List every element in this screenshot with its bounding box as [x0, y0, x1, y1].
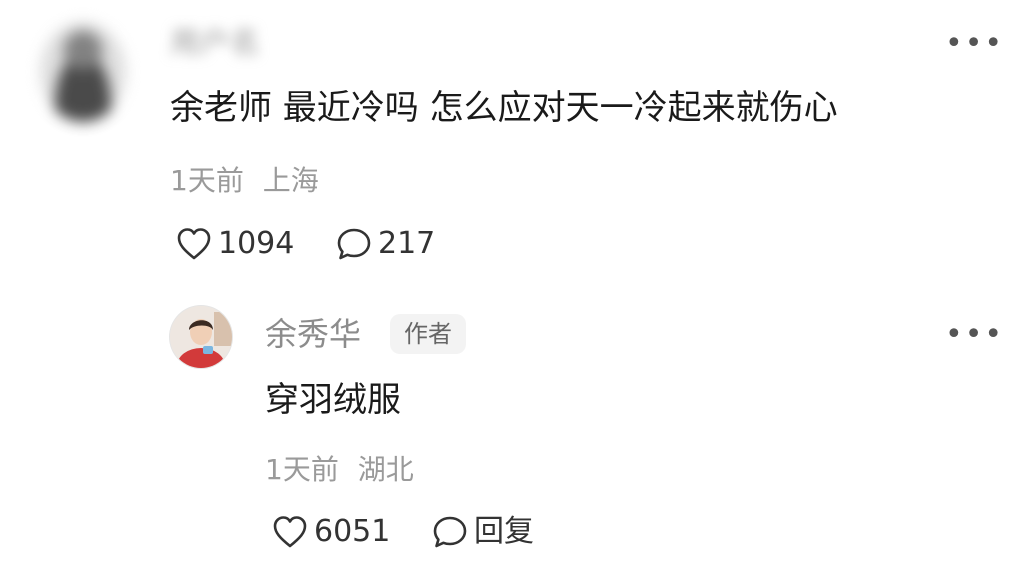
like-button[interactable]: 6051 [272, 514, 390, 550]
reply-count-button[interactable]: 217 [336, 226, 435, 262]
author-badge: 作者 [390, 314, 466, 354]
author-avatar[interactable] [170, 306, 232, 368]
comment-meta: 1天前 上海 [170, 163, 319, 199]
comment-bubble-icon [336, 227, 372, 261]
reply-location: 湖北 [357, 453, 414, 486]
comment-location: 上海 [262, 164, 319, 197]
more-options-button[interactable]: ••• [945, 320, 1004, 350]
reply-label: 回复 [474, 514, 534, 549]
reply-text: 穿羽绒服 [265, 380, 401, 420]
like-count: 6051 [314, 514, 391, 549]
author-name[interactable]: 余秀华 [265, 312, 361, 356]
more-options-button[interactable]: ••• [945, 29, 1004, 59]
username[interactable]: 用户名 [170, 24, 280, 64]
heart-icon [176, 227, 212, 261]
comment-text: 余老师 最近冷吗 怎么应对天一冷起来就伤心 [170, 88, 838, 128]
more-dots-icon: ••• [945, 26, 1005, 61]
more-dots-icon: ••• [945, 317, 1005, 352]
reply-count: 217 [378, 226, 436, 261]
reply-meta: 1天前 湖北 [265, 452, 414, 488]
comment-bubble-icon [432, 515, 468, 549]
avatar[interactable] [40, 22, 126, 122]
reply-time: 1天前 [265, 453, 339, 486]
like-button[interactable]: 1094 [176, 226, 294, 262]
comment-time: 1天前 [170, 164, 244, 197]
like-count: 1094 [218, 226, 295, 261]
heart-icon [272, 515, 308, 549]
reply-button[interactable]: 回复 [432, 514, 534, 550]
